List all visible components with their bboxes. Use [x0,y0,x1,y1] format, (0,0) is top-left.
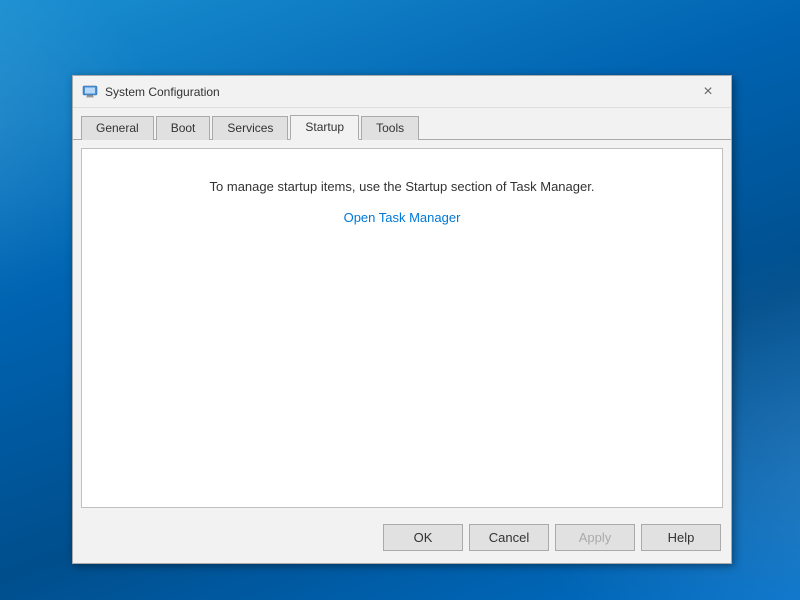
system-config-dialog: System Configuration × General Boot Serv… [72,75,732,564]
ok-button[interactable]: OK [383,524,463,551]
tab-boot[interactable]: Boot [156,116,211,140]
tab-services[interactable]: Services [212,116,288,140]
cancel-button[interactable]: Cancel [469,524,549,551]
startup-message: To manage startup items, use the Startup… [210,179,595,194]
dialog-title: System Configuration [105,85,723,99]
tab-startup[interactable]: Startup [290,115,359,140]
open-task-manager-link[interactable]: Open Task Manager [344,210,461,225]
button-row: OK Cancel Apply Help [73,516,731,563]
close-button[interactable]: × [685,76,731,108]
tab-bar: General Boot Services Startup Tools [73,108,731,140]
tab-tools[interactable]: Tools [361,116,419,140]
title-bar: System Configuration × [73,76,731,108]
content-area: To manage startup items, use the Startup… [81,148,723,508]
help-button[interactable]: Help [641,524,721,551]
apply-button[interactable]: Apply [555,524,635,551]
tab-general[interactable]: General [81,116,154,140]
dialog-icon [81,83,99,101]
